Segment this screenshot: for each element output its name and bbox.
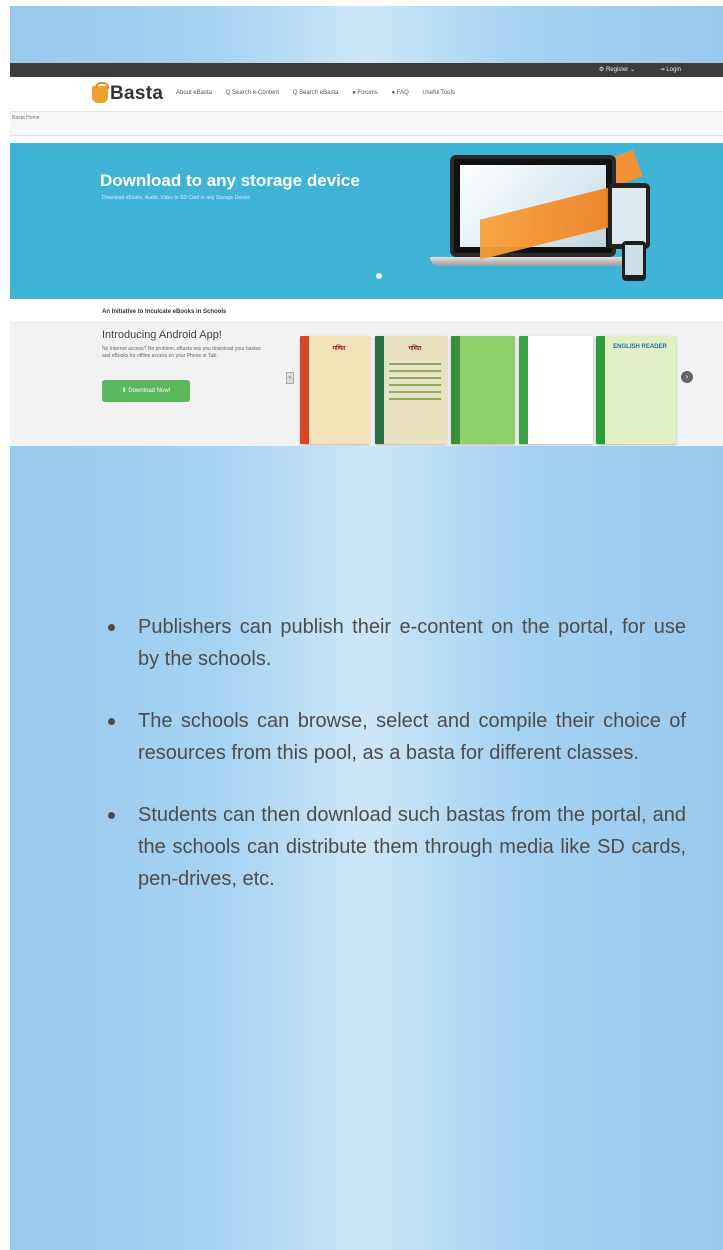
carousel-indicator[interactable]	[376, 273, 382, 279]
bullet-icon	[108, 812, 115, 819]
list-item: The schools can browse, select and compi…	[108, 705, 686, 769]
login-link[interactable]: ⇥ Login	[660, 63, 681, 77]
book-spine	[596, 336, 605, 444]
book-title: ENGLISH READER	[613, 344, 667, 350]
list-item: Publishers can publish their e-content o…	[108, 611, 686, 675]
website-screenshot: ⚙ Register ⌄ ⇥ Login Basta About eBasta …	[10, 63, 723, 446]
nav-item-search-ebasta[interactable]: Q Search eBasta	[293, 90, 339, 96]
nav-menu: About eBasta Q Search e-Content Q Search…	[176, 90, 467, 96]
nav-item-useful-tools[interactable]: Useful Tools	[422, 90, 455, 96]
feature-list: Publishers can publish their e-content o…	[108, 611, 686, 925]
nav-item-about[interactable]: About eBasta	[176, 90, 212, 96]
book-title: गणित	[408, 346, 422, 352]
android-app-description: No Internet access? No problem, eBasta l…	[102, 346, 261, 359]
nav-item-search-content[interactable]: Q Search e-Content	[226, 90, 279, 96]
nav-item-faq[interactable]: ● FAQ	[391, 90, 408, 96]
list-item-text: Students can then download such bastas f…	[138, 804, 686, 890]
book-cover-1[interactable]: गणित	[300, 336, 370, 444]
bullet-icon	[108, 718, 115, 725]
basta-logo-icon	[92, 82, 109, 103]
nav-item-forums[interactable]: ● Forums	[352, 90, 378, 96]
book-cover-4[interactable]	[519, 336, 593, 444]
book-spine	[300, 336, 309, 444]
carousel-prev-icon[interactable]: <	[286, 372, 294, 384]
book-title: गणित	[332, 346, 346, 352]
hero-banner: Download to any storage device Download …	[10, 143, 723, 299]
initiative-heading: An Initiative to Inculcate eBooks in Sch…	[10, 301, 723, 323]
banner-title: Download to any storage device	[100, 171, 360, 190]
book-spine	[519, 336, 528, 444]
tablet-image	[608, 183, 650, 249]
list-item-text: The schools can browse, select and compi…	[138, 710, 686, 764]
list-item-text: Publishers can publish their e-content o…	[138, 616, 686, 670]
banner-subtitle: Download eBooks, Audio, Video to SD Card…	[102, 195, 251, 201]
phone-image	[622, 241, 646, 281]
app-section: Introducing Android App! No Internet acc…	[10, 323, 723, 446]
breadcrumb[interactable]: Basta Home	[10, 112, 723, 136]
book-spine	[451, 336, 460, 444]
download-now-button[interactable]: ⬇ Download Now!	[102, 380, 190, 402]
book-cover-3[interactable]	[451, 336, 515, 444]
site-logo[interactable]: Basta	[110, 83, 163, 105]
book-cover-5[interactable]: ENGLISH READER	[596, 336, 676, 444]
navbar: Basta About eBasta Q Search e-Content Q …	[10, 77, 723, 112]
book-cover-2[interactable]: गणित	[375, 336, 447, 444]
carousel-next-icon[interactable]: ›	[681, 371, 693, 383]
list-item: Students can then download such bastas f…	[108, 799, 686, 895]
book-illustration	[389, 360, 441, 400]
bullet-icon	[108, 624, 115, 631]
content-panel: ⚙ Register ⌄ ⇥ Login Basta About eBasta …	[10, 6, 723, 1250]
register-link[interactable]: ⚙ Register ⌄	[599, 63, 635, 77]
book-spine	[375, 336, 384, 444]
laptop-base-image	[430, 257, 636, 266]
android-app-title: Introducing Android App!	[102, 329, 222, 341]
top-bar: ⚙ Register ⌄ ⇥ Login	[10, 63, 723, 77]
